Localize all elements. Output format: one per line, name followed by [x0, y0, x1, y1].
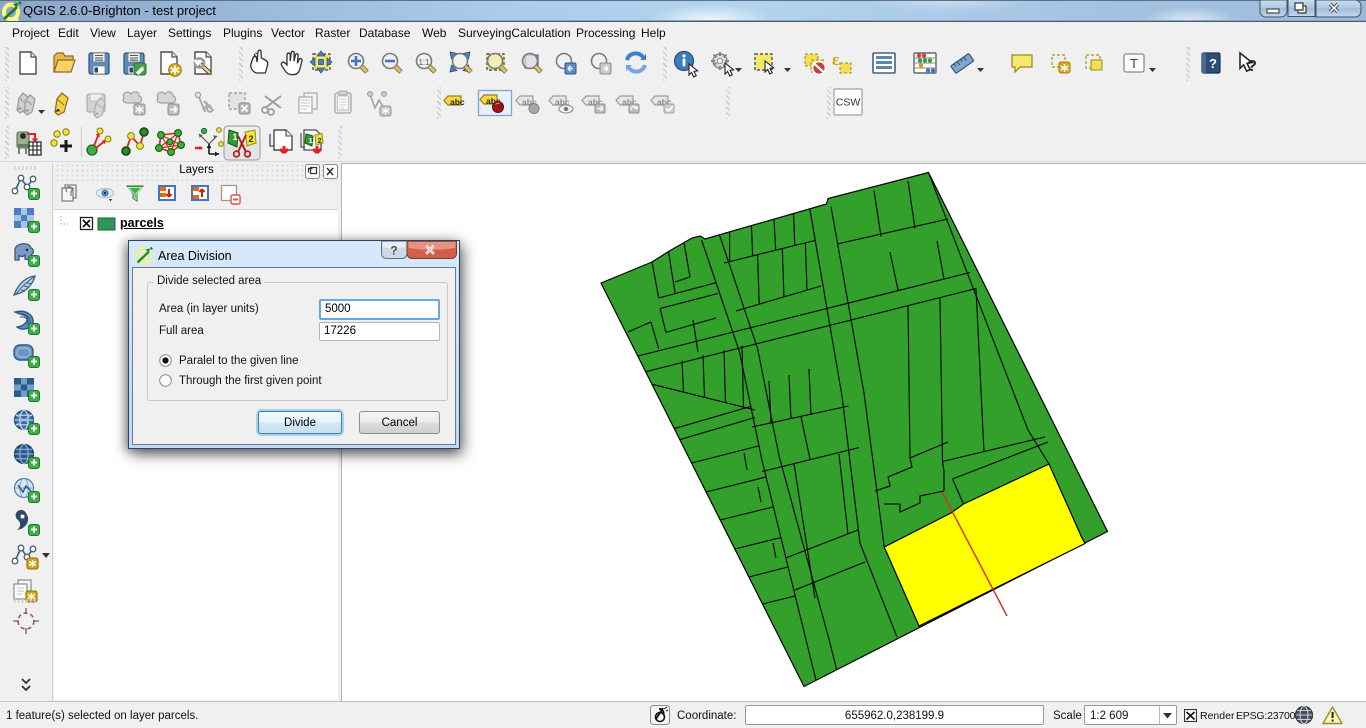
svg-text:CSW: CSW [836, 97, 861, 109]
svg-text:?: ? [1209, 56, 1217, 71]
svg-text:?: ? [1247, 58, 1257, 75]
svg-text:T: T [1130, 56, 1138, 71]
svg-text:2: 2 [318, 136, 322, 145]
svg-text:?: ? [390, 244, 397, 258]
svg-text:1: 1 [309, 136, 313, 145]
svg-text:1: 1 [233, 132, 238, 142]
svg-text:2: 2 [249, 134, 254, 144]
svg-text:ε: ε [832, 50, 839, 69]
svg-text:1:1: 1:1 [418, 58, 430, 67]
